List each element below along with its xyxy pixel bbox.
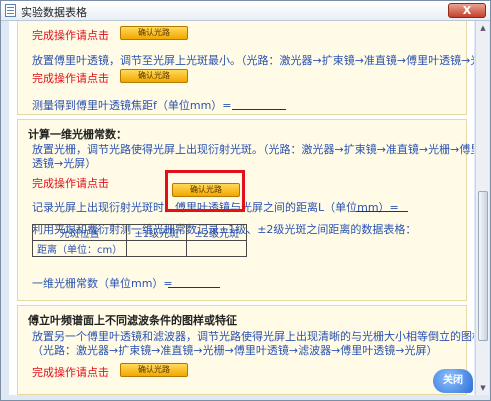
scrollbar-thumb[interactable] xyxy=(478,191,488,341)
fourier-lens-instruction: 放置傅里叶透镜，调节至光屏上光斑最小。（光路：激光器→扩束镜→准直镜→傅里叶透镜… xyxy=(32,54,474,67)
confirm-prompt-1: 完成操作请点击 xyxy=(32,29,109,42)
distance-input[interactable] xyxy=(356,211,408,212)
window-close-button[interactable]: X xyxy=(448,3,486,18)
filter-heading: 傅立叶频谱面上不同滤波条件的图样或特征 xyxy=(28,314,237,327)
confirm-light-path-button-2[interactable]: 确认光路 xyxy=(120,69,188,83)
scroll-down-arrow-icon[interactable]: ▼ xyxy=(477,382,489,394)
confirm-prompt-2: 完成操作请点击 xyxy=(32,72,109,85)
fourier-lens-section: 完成操作请点击 确认光路 放置傅里叶透镜，调节至光屏上光斑最小。（光路：激光器→… xyxy=(17,21,474,115)
grating-constant-label: 一维光栅常数（单位mm）= xyxy=(32,277,173,290)
confirm-prompt-4: 完成操作请点击 xyxy=(32,366,109,379)
grating-instruction-line2: 透镜→光屏） xyxy=(32,157,97,170)
document-icon xyxy=(5,4,16,17)
confirm-prompt-3: 完成操作请点击 xyxy=(32,177,109,190)
filter-instruction-line2: （光路：激光器→扩束镜→准直镜→光栅→傅里叶透镜→滤波器→傅里叶透镜→光屏） xyxy=(32,344,438,357)
table-header-cell: ±2级光斑 xyxy=(186,224,248,241)
close-logo-button[interactable]: 关闭 xyxy=(433,369,473,393)
grating-instruction-line1: 放置光栅，调节光路使得光屏上出现衍射光斑。（光路：激光器→扩束镜→准直镜→光栅→… xyxy=(32,143,474,156)
table-row-label: 距离（单位：cm） xyxy=(31,240,128,257)
window-title: 实验数据表格 xyxy=(21,6,87,19)
title-bar: 实验数据表格 X xyxy=(1,1,490,21)
grating-heading: 计算一维光栅常数： xyxy=(28,128,127,141)
dialog-window: 实验数据表格 X 完成操作请点击 确认光路 放置傅里叶透镜，调节至光屏上光斑最小… xyxy=(0,0,491,401)
scroll-up-arrow-icon[interactable]: ▲ xyxy=(477,22,489,34)
frequency-filter-section: 傅立叶频谱面上不同滤波条件的图样或特征 放置另一个傅里叶透镜和滤波器，调节光路使… xyxy=(17,305,474,395)
table-cell-input[interactable] xyxy=(186,240,248,257)
table-header-cell: ±1级光斑 xyxy=(126,224,188,241)
vertical-scrollbar[interactable]: ▲ ▼ xyxy=(475,21,489,395)
focal-length-input[interactable] xyxy=(232,109,286,110)
confirm-light-path-button-1[interactable]: 确认光路 xyxy=(120,26,188,40)
confirm-light-path-button-4[interactable]: 确认光路 xyxy=(120,363,188,377)
scroll-content: 完成操作请点击 确认光路 放置傅里叶透镜，调节至光屏上光斑最小。（光路：激光器→… xyxy=(9,21,474,395)
table-header-row: 光斑位置 ±1级光斑 ±2级光斑 xyxy=(31,224,248,241)
spot-distance-table: 光斑位置 ±1级光斑 ±2级光斑 距离（单位：cm） xyxy=(31,224,248,257)
table-cell-input[interactable] xyxy=(126,240,188,257)
table-header-cell: 光斑位置 xyxy=(31,224,128,241)
focal-length-label: 测量得到傅里叶透镜焦距f（单位mm）= xyxy=(32,99,232,112)
table-row: 距离（单位：cm） xyxy=(31,240,248,257)
highlight-box xyxy=(165,170,245,212)
grating-constant-input[interactable] xyxy=(168,287,220,288)
